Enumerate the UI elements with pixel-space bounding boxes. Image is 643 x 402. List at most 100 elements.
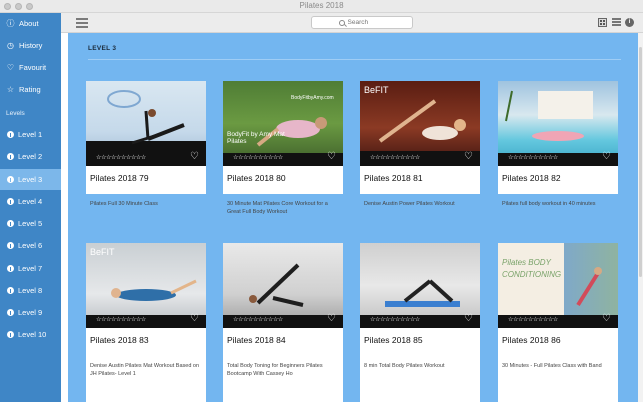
level-info-icon	[7, 153, 14, 160]
thumbnail-brand-text: BeFIT	[90, 247, 115, 257]
star-icon: ☆	[6, 85, 15, 94]
card-description: Denise Austin Power Pilates Workout	[364, 201, 455, 207]
info-circle-icon: ⓘ	[6, 19, 15, 28]
favourite-heart-icon[interactable]: ♡	[327, 152, 336, 162]
rating-stars[interactable]: ☆☆☆☆☆☆☆☆☆☆	[370, 154, 420, 161]
card-title: Pilates 2018 81	[364, 173, 423, 183]
card-description: 30 Minute Mat Pilates Core Workout for a…	[227, 201, 328, 215]
sidebar-item-level-4[interactable]: Level 4	[0, 191, 61, 212]
level-title: LEVEL 3	[88, 45, 117, 52]
rating-stars[interactable]: ☆☆☆☆☆☆☆☆☆☆	[96, 316, 146, 323]
card-title: Pilates 2018 83	[90, 335, 149, 345]
sidebar-item-label: Rating	[19, 85, 41, 94]
video-thumbnail: ☆☆☆☆☆☆☆☆☆☆ ♡	[360, 243, 480, 328]
sidebar-item-level-10[interactable]: Level 10	[0, 324, 61, 345]
sidebar-item-label: Level 10	[18, 330, 47, 339]
video-card-81[interactable]: BeFIT ☆☆☆☆☆☆☆☆☆☆ ♡ Pilates 2018 81 Denis…	[360, 81, 480, 207]
rating-stars[interactable]: ☆☆☆☆☆☆☆☆☆☆	[370, 316, 420, 323]
video-card-83[interactable]: BeFIT ☆☆☆☆☆☆☆☆☆☆ ♡ Pilates 2018 83 Denis…	[86, 243, 206, 402]
sidebar-item-label: Level 2	[18, 152, 43, 161]
sidebar-item-about[interactable]: ⓘ About	[0, 13, 61, 34]
sidebar-item-label: Level 4	[18, 197, 43, 206]
rating-stars[interactable]: ☆☆☆☆☆☆☆☆☆☆	[508, 154, 558, 161]
search-input[interactable]	[347, 19, 386, 26]
card-description: 30 Minutes - Full Pilates Class with Ban…	[502, 363, 602, 369]
video-card-82[interactable]: ☆☆☆☆☆☆☆☆☆☆ ♡ Pilates 2018 82 Pilates ful…	[498, 81, 618, 207]
level-info-icon	[7, 220, 14, 227]
video-card-80[interactable]: BodyFitbyAmy.com BodyFit by Amy Mat Pila…	[223, 81, 343, 215]
video-card-85[interactable]: ☆☆☆☆☆☆☆☆☆☆ ♡ Pilates 2018 85 8 min Total…	[360, 243, 480, 402]
grid-view-icon[interactable]	[598, 18, 607, 27]
thumbnail-title-text: BodyFit by Amy Mat Pilates	[227, 131, 285, 145]
sidebar-item-level-6[interactable]: Level 6	[0, 235, 61, 256]
video-card-79[interactable]: ☆☆☆☆☆☆☆☆☆☆ ♡ Pilates 2018 79 Pilates Ful…	[86, 81, 206, 207]
vertical-scrollbar[interactable]	[638, 33, 643, 402]
level-info-icon	[7, 331, 14, 338]
sidebar-item-favourit[interactable]: ♡ Favourit	[0, 57, 61, 78]
levels-section-label: Levels	[6, 110, 25, 117]
favourite-heart-icon[interactable]: ♡	[190, 152, 199, 162]
toolbar: i	[61, 13, 643, 33]
level-info-icon	[7, 176, 14, 183]
thumbnail-title-text: Pilates BODY CONDITIONING	[502, 258, 562, 279]
list-view-icon[interactable]	[612, 18, 621, 27]
clock-icon: ◷	[7, 41, 14, 50]
hamburger-menu-icon[interactable]	[76, 18, 88, 28]
info-icon[interactable]: i	[625, 18, 634, 27]
sidebar-item-level-3[interactable]: Level 3	[0, 169, 61, 190]
video-thumbnail: ☆☆☆☆☆☆☆☆☆☆ ♡	[86, 81, 206, 166]
card-title: Pilates 2018 82	[502, 173, 561, 183]
sidebar-item-level-1[interactable]: Level 1	[0, 124, 61, 145]
favourite-heart-icon[interactable]: ♡	[602, 152, 611, 162]
rating-stars[interactable]: ☆☆☆☆☆☆☆☆☆☆	[96, 154, 146, 161]
video-thumbnail: ☆☆☆☆☆☆☆☆☆☆ ♡	[498, 81, 618, 166]
video-thumbnail: ☆☆☆☆☆☆☆☆☆☆ ♡	[223, 243, 343, 328]
favourite-heart-icon[interactable]: ♡	[327, 314, 336, 324]
card-description: Pilates Full 30 Minute Class	[90, 201, 158, 207]
card-title: Pilates 2018 85	[364, 335, 423, 345]
sidebar-item-level-2[interactable]: Level 2	[0, 146, 61, 167]
search-box[interactable]	[311, 16, 413, 29]
sidebar-item-history[interactable]: ◷ History	[0, 35, 61, 56]
video-card-84[interactable]: ☆☆☆☆☆☆☆☆☆☆ ♡ Pilates 2018 84 Total Body …	[223, 243, 343, 402]
card-description: Pilates full body workout in 40 minutes	[502, 201, 596, 207]
level-info-icon	[7, 198, 14, 205]
level-info-icon	[7, 287, 14, 294]
sidebar-item-label: History	[19, 41, 43, 50]
sidebar-item-label: Level 7	[18, 264, 43, 273]
video-card-86[interactable]: Pilates BODY CONDITIONING ☆☆☆☆☆☆☆☆☆☆ ♡ P…	[498, 243, 618, 402]
sidebar-item-label: Favourit	[19, 63, 47, 72]
thumbnail-url-text: BodyFitbyAmy.com	[291, 95, 334, 101]
favourite-heart-icon[interactable]: ♡	[190, 314, 199, 324]
thumbnail-brand-text: BeFIT	[364, 85, 389, 95]
sidebar-item-level-9[interactable]: Level 9	[0, 302, 61, 323]
content-area: LEVEL 3 ☆☆☆☆☆☆☆☆☆☆ ♡ Pilates 2018 79 Pil…	[68, 33, 638, 402]
level-info-icon	[7, 309, 14, 316]
window-titlebar: Pilates 2018	[0, 0, 643, 13]
sidebar-item-label: Level 1	[18, 130, 43, 139]
favourite-heart-icon[interactable]: ♡	[464, 314, 473, 324]
window-title: Pilates 2018	[299, 1, 344, 10]
level-info-icon	[7, 265, 14, 272]
level-info-icon	[7, 242, 14, 249]
card-description: Total Body Toning for Beginners Pilates …	[227, 363, 323, 377]
rating-stars[interactable]: ☆☆☆☆☆☆☆☆☆☆	[233, 316, 283, 323]
favourite-heart-icon[interactable]: ♡	[602, 314, 611, 324]
rating-stars[interactable]: ☆☆☆☆☆☆☆☆☆☆	[233, 154, 283, 161]
favourite-heart-icon[interactable]: ♡	[464, 152, 473, 162]
rating-stars[interactable]: ☆☆☆☆☆☆☆☆☆☆	[508, 316, 558, 323]
video-thumbnail: BodyFitbyAmy.com BodyFit by Amy Mat Pila…	[223, 81, 343, 166]
search-icon	[338, 19, 345, 26]
scrollbar-thumb[interactable]	[639, 47, 642, 277]
sidebar-item-label: Level 8	[18, 286, 43, 295]
level-info-icon	[7, 131, 14, 138]
card-description: 8 min Total Body Pilates Workout	[364, 363, 445, 369]
sidebar-item-rating[interactable]: ☆ Rating	[0, 79, 61, 100]
card-description: Denise Austin Pilates Mat Workout Based …	[90, 363, 200, 377]
sidebar-item-label: About	[19, 19, 39, 28]
sidebar-item-level-8[interactable]: Level 8	[0, 280, 61, 301]
sidebar-item-level-7[interactable]: Level 7	[0, 258, 61, 279]
sidebar-item-label: Level 6	[18, 241, 43, 250]
sidebar-item-level-5[interactable]: Level 5	[0, 213, 61, 234]
sidebar-item-label: Level 9	[18, 308, 43, 317]
